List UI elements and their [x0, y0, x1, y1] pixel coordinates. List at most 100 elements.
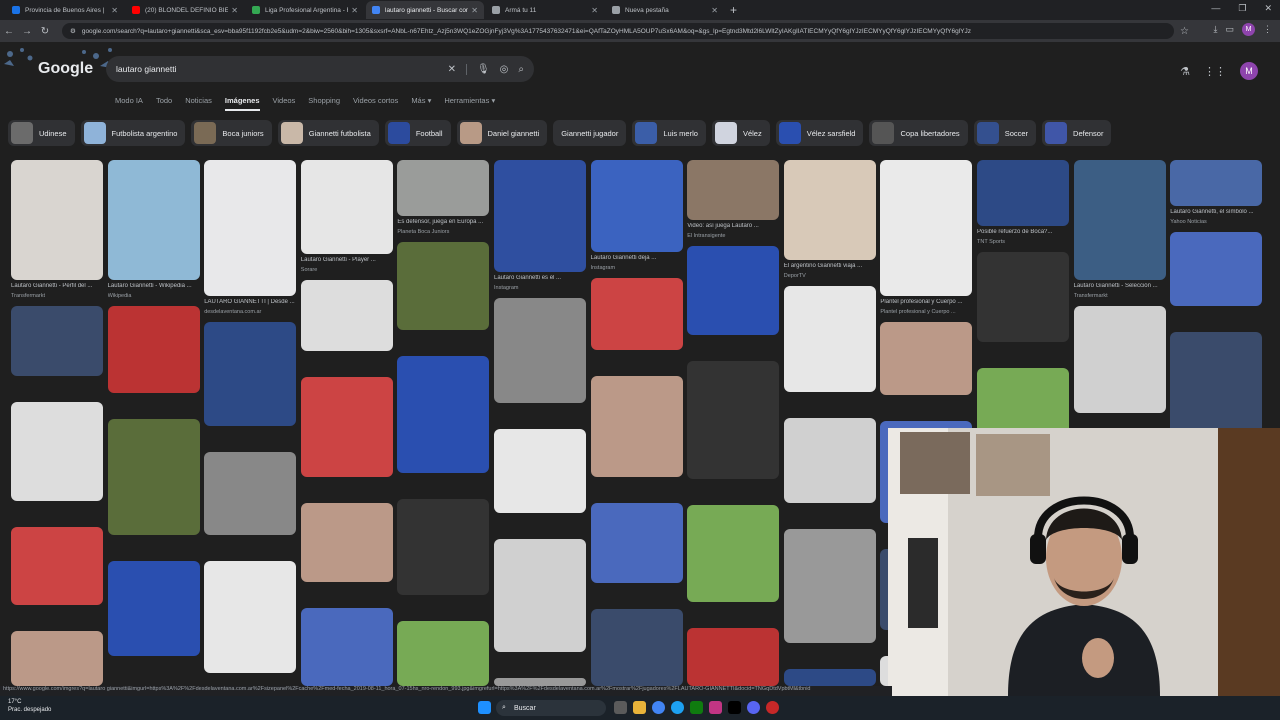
google-logo[interactable]: Google: [38, 60, 93, 78]
image-result[interactable]: [300, 160, 393, 254]
image-result[interactable]: [107, 561, 200, 656]
image-result[interactable]: [107, 306, 200, 393]
discord-icon[interactable]: [747, 701, 760, 714]
result-caption[interactable]: Video: así juega Lautaro ...: [687, 223, 779, 229]
image-result[interactable]: [107, 419, 200, 535]
result-caption[interactable]: Lautaro Giannetti - Perfil del ...: [11, 283, 103, 289]
close-tab-icon[interactable]: ✕: [111, 6, 118, 15]
close-tab-icon[interactable]: ✕: [471, 6, 478, 15]
new-tab-button[interactable]: +: [730, 3, 737, 17]
menu-icon[interactable]: ⋮: [1263, 24, 1272, 35]
related-chip[interactable]: Defensor: [1042, 120, 1112, 146]
result-caption[interactable]: Posible refuerzo de Boca?...: [977, 229, 1069, 235]
url-field[interactable]: ⚙ google.com/search?q=lautaro+giannetti&…: [62, 23, 1174, 39]
image-result[interactable]: [204, 160, 297, 296]
image-result[interactable]: [880, 322, 973, 395]
result-caption[interactable]: Lautaro Giannetti es el ...: [494, 275, 586, 281]
result-caption[interactable]: Lautaro Giannetti - Player ...: [301, 257, 393, 263]
start-icon[interactable]: [478, 701, 491, 714]
image-result[interactable]: [590, 503, 683, 583]
browser-tab[interactable]: Liga Profesional Argentina - Fú ✕: [246, 1, 364, 19]
result-caption[interactable]: El argentino Giannetti viaja ...: [784, 263, 876, 269]
image-result[interactable]: [494, 539, 586, 652]
back-icon[interactable]: ←: [0, 26, 18, 37]
image-result[interactable]: [783, 418, 876, 503]
search-box[interactable]: lautaro giannetti ✕ 🎙 ◎ ⌕: [106, 56, 534, 82]
labs-icon[interactable]: ⚗: [1180, 65, 1190, 78]
vertical-tab[interactable]: Herramientas ▾: [444, 96, 495, 111]
taskbar-search[interactable]: ⌕ Buscar: [496, 700, 606, 716]
image-result[interactable]: [204, 561, 297, 673]
related-chip[interactable]: Boca juniors: [191, 120, 272, 146]
related-chip[interactable]: Luis merlo: [632, 120, 706, 146]
minimize-icon[interactable]: —: [1211, 3, 1220, 14]
close-tab-icon[interactable]: ✕: [591, 6, 598, 15]
search-input[interactable]: lautaro giannetti: [116, 64, 438, 74]
image-result[interactable]: [687, 628, 780, 686]
result-caption[interactable]: LAUTARO GIANNETTI | Desde ...: [204, 299, 296, 305]
related-chip[interactable]: Copa libertadores: [869, 120, 968, 146]
store-icon[interactable]: [690, 701, 703, 714]
image-result[interactable]: [300, 280, 393, 351]
browser-tab[interactable]: (20) BLONDEL DEFINIÓ BIEN, LO✕: [126, 1, 244, 19]
download-icon[interactable]: ⤓: [1214, 24, 1218, 35]
weather-widget[interactable]: 17°C Prac. despejado: [8, 698, 51, 714]
maximize-icon[interactable]: ❐: [1238, 3, 1246, 14]
close-tab-icon[interactable]: ✕: [711, 6, 718, 15]
result-caption[interactable]: Plantel profesional y Cuerpo ...: [880, 299, 972, 305]
image-result[interactable]: [687, 246, 780, 335]
related-chip[interactable]: Soccer: [973, 120, 1037, 146]
vertical-tab[interactable]: Más ▾: [411, 96, 431, 111]
image-result[interactable]: [977, 160, 1069, 226]
image-result[interactable]: [977, 252, 1069, 342]
image-result[interactable]: [300, 503, 393, 582]
image-result[interactable]: [783, 669, 876, 686]
account-avatar[interactable]: M: [1240, 62, 1258, 80]
close-tab-icon[interactable]: ✕: [351, 6, 358, 15]
image-result[interactable]: [880, 160, 973, 296]
vertical-tab[interactable]: Shopping: [308, 96, 340, 111]
image-result[interactable]: [590, 609, 683, 686]
related-chip[interactable]: Vélez sarsfield: [775, 120, 864, 146]
image-result[interactable]: [397, 160, 490, 216]
image-result[interactable]: [494, 298, 586, 403]
site-info-icon[interactable]: ⚙: [70, 27, 76, 35]
image-result[interactable]: [494, 160, 586, 272]
image-result[interactable]: [397, 499, 490, 595]
image-result[interactable]: [397, 242, 490, 330]
image-result[interactable]: [494, 429, 586, 513]
instagram-icon[interactable]: [709, 701, 722, 714]
result-caption[interactable]: Lautaro Giannetti, el símbolo ...: [1170, 209, 1262, 215]
vertical-tab[interactable]: Todo: [156, 96, 172, 111]
browser-tab[interactable]: Provincia de Buenos Aires | ✕: [6, 1, 124, 19]
image-result[interactable]: [783, 160, 876, 260]
close-tab-icon[interactable]: ✕: [231, 6, 238, 15]
profile-avatar[interactable]: M: [1242, 23, 1255, 36]
close-window-icon[interactable]: ✕: [1264, 3, 1272, 14]
lens-icon[interactable]: ◎: [500, 64, 509, 75]
result-caption[interactable]: Es defensor, juega en Europa ...: [397, 219, 489, 225]
vertical-tab[interactable]: Videos: [273, 96, 296, 111]
image-result[interactable]: [11, 402, 103, 501]
task-view-icon[interactable]: [614, 701, 627, 714]
image-result[interactable]: [204, 452, 297, 535]
clear-icon[interactable]: ✕: [448, 64, 456, 75]
related-chip[interactable]: Vélez: [711, 120, 770, 146]
reload-icon[interactable]: ↻: [36, 26, 54, 37]
tiktok-icon[interactable]: [728, 701, 741, 714]
apps-grid-icon[interactable]: ⋮⋮: [1204, 65, 1226, 78]
bookmark-star-icon[interactable]: ☆: [1180, 26, 1189, 37]
image-result[interactable]: [590, 160, 683, 252]
image-result[interactable]: [107, 160, 200, 280]
image-result[interactable]: [11, 306, 103, 376]
related-chip[interactable]: Futbolista argentino: [80, 120, 186, 146]
result-caption[interactable]: Lautaro Giannetti - Wikipedia ...: [108, 283, 200, 289]
vertical-tab[interactable]: Noticias: [185, 96, 212, 111]
browser-tab[interactable]: Nueva pestaña ✕: [606, 1, 724, 19]
vertical-tab[interactable]: Videos cortos: [353, 96, 398, 111]
related-chip[interactable]: Giannetti futbolista: [277, 120, 379, 146]
image-result[interactable]: [1170, 160, 1263, 206]
vertical-tab[interactable]: Imágenes: [224, 96, 260, 111]
image-result[interactable]: [783, 286, 876, 392]
image-result[interactable]: [1073, 160, 1166, 280]
